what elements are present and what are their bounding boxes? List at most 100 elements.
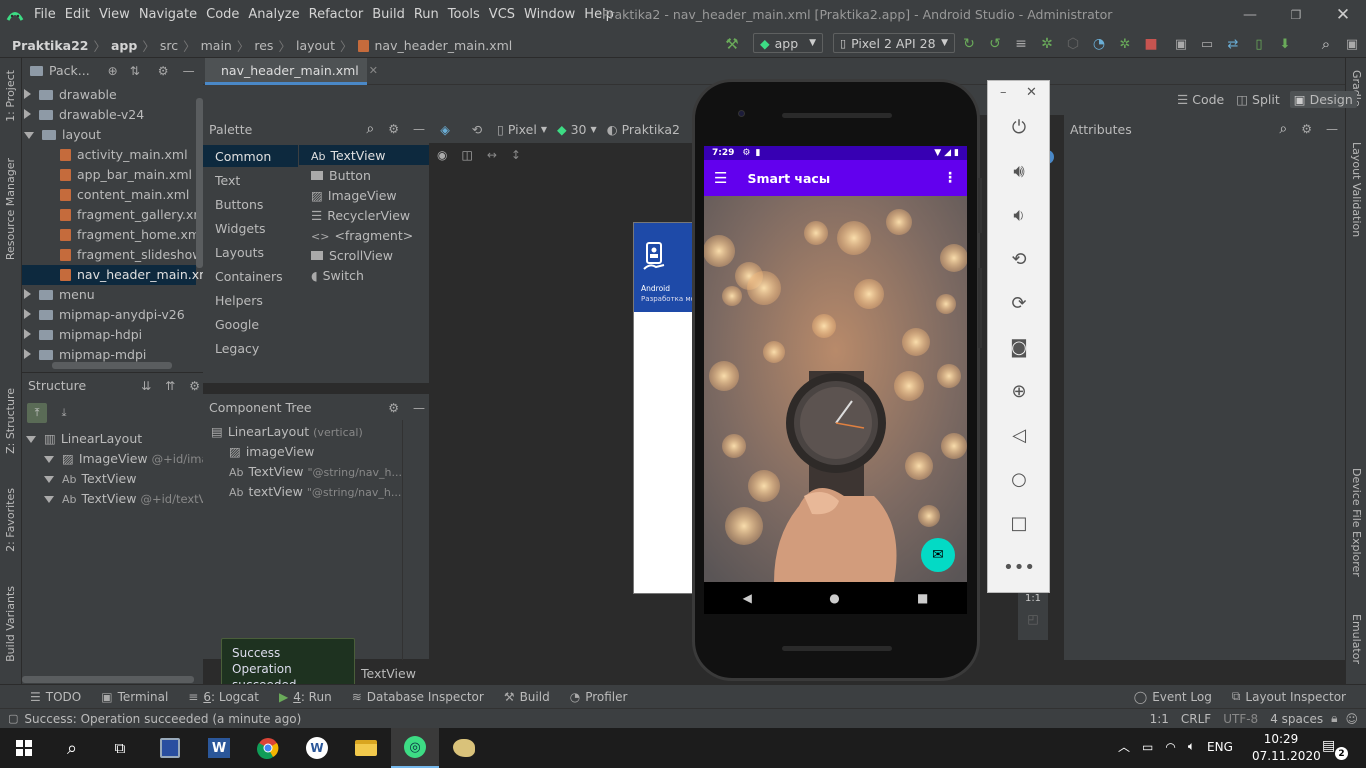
tree-item-layout[interactable]: layout — [24, 125, 202, 145]
breadcrumb-app[interactable]: app — [111, 38, 137, 53]
hamburger-menu-icon[interactable]: ☰ — [714, 169, 727, 187]
component-textview[interactable]: Ab TextView "@string/nav_h... — [229, 462, 425, 482]
more-options-icon[interactable]: ••• — [1003, 554, 1035, 580]
attach-debugger-icon[interactable]: ⬡ — [1064, 34, 1082, 54]
tree-item-mipmap-anydpi[interactable]: mipmap-anydpi-v26 — [24, 305, 202, 325]
line-separator[interactable]: CRLF — [1181, 712, 1211, 726]
tree-item-activity-main[interactable]: activity_main.xml — [60, 145, 188, 165]
file-encoding[interactable]: UTF-8 — [1223, 712, 1258, 726]
breadcrumb-main[interactable]: main — [201, 38, 232, 53]
nav-recents-icon[interactable]: ■ — [917, 591, 928, 605]
tool-window-favorites[interactable]: 2: Favorites — [4, 488, 17, 552]
tree-item-fragment-home[interactable]: fragment_home.xml — [60, 225, 204, 245]
breadcrumb-file[interactable]: nav_header_main.xml — [375, 38, 513, 53]
hide-panel-icon[interactable]: — — [413, 401, 425, 415]
menu-run[interactable]: Run — [414, 7, 439, 22]
palette-widget-imageview[interactable]: ▨ ImageView — [311, 188, 397, 203]
keyboard-language[interactable]: ENG — [1207, 740, 1233, 754]
tree-item-content-main[interactable]: content_main.xml — [60, 185, 189, 205]
tool-window-event-log[interactable]: ◯ Event Log — [1134, 690, 1212, 704]
palette-category-common[interactable]: Common — [215, 149, 271, 164]
taskbar-app-word[interactable]: W — [195, 728, 243, 768]
palette-widget-scrollview[interactable]: ScrollView — [311, 248, 393, 263]
orientation-icon[interactable]: ⟲ — [467, 120, 487, 138]
tool-window-resource-manager[interactable]: Resource Manager — [4, 158, 17, 260]
close-tab-icon[interactable]: ✕ — [369, 64, 378, 77]
task-view-button[interactable]: ⧉ — [96, 728, 144, 768]
palette-widget-switch[interactable]: ◖ Switch — [311, 268, 364, 283]
camera-screenshot-icon[interactable]: ◙ — [1004, 334, 1034, 360]
volume-tray-icon[interactable]: 🔈︎ — [1188, 739, 1195, 754]
volume-down-icon[interactable]: 🔉︎ — [1004, 202, 1034, 228]
taskbar-clock[interactable]: 10:29 07.11.2020 — [1252, 731, 1321, 765]
power-button[interactable] — [978, 178, 982, 233]
tool-window-device-file-explorer[interactable]: Device File Explorer — [1350, 468, 1363, 577]
minimize-emulator-icon[interactable]: – — [1000, 85, 1007, 100]
tree-item-fragment-gallery[interactable]: fragment_gallery.xml — [60, 205, 209, 225]
editor-tab-nav-header-main[interactable]: nav_header_main.xml ✕ — [205, 58, 378, 85]
theme-dropdown[interactable]: ◐ Praktika2 — [607, 122, 680, 137]
avd-manager-icon[interactable]: ▭ — [1198, 34, 1216, 54]
tree-item-app-bar-main[interactable]: app_bar_main.xml — [60, 165, 192, 185]
battery-tray-icon[interactable]: ▭ — [1142, 740, 1153, 754]
view-mode-code[interactable]: Code — [1192, 92, 1224, 107]
taskbar-app-explorer[interactable] — [342, 728, 390, 768]
tool-window-todo[interactable]: ☰ TODO — [30, 690, 81, 704]
profile-icon[interactable]: ◔ — [1090, 34, 1108, 54]
structure-item-textview-2[interactable]: Ab TextView @+id/textVie — [44, 489, 217, 509]
taskbar-app-chrome[interactable] — [244, 728, 292, 768]
tree-item-drawable-v24[interactable]: drawable-v24 — [24, 105, 202, 125]
minimize-window-icon[interactable]: — — [1240, 5, 1260, 25]
eye-icon[interactable]: ◉ — [437, 148, 447, 162]
palette-category-containers[interactable]: Containers — [215, 269, 283, 284]
tool-window-profiler[interactable]: ◔ Profiler — [570, 690, 628, 704]
device-dropdown[interactable]: ▯ Pixel ▼ — [497, 122, 547, 137]
project-structure-icon[interactable]: ▣ — [1172, 34, 1190, 54]
overview-icon[interactable]: □ — [1004, 510, 1034, 536]
gear-icon[interactable]: ⚙ — [189, 379, 200, 393]
emulator-screen[interactable]: 7:29 ⚙ ▮ ▼ ◢ ▮ ☰ Smart часы ⋮ ✉ — [704, 146, 967, 582]
tool-window-project[interactable]: 1: Project — [4, 70, 17, 122]
palette-category-legacy[interactable]: Legacy — [215, 341, 259, 356]
breadcrumb-layout[interactable]: layout — [296, 38, 335, 53]
horizontal-scrollbar[interactable] — [52, 362, 172, 369]
search-everywhere-icon[interactable]: ⌕ — [1316, 34, 1336, 54]
menu-vcs[interactable]: VCS — [489, 7, 515, 22]
overflow-menu-icon[interactable]: ⋮ — [943, 170, 957, 186]
vertical-scrollbar[interactable] — [196, 98, 203, 268]
zoom-fit-icon[interactable]: ◰ — [1018, 612, 1048, 626]
power-icon[interactable]: ⏻ — [1004, 114, 1034, 140]
search-icon[interactable]: ⌕ — [1279, 121, 1287, 137]
gear-icon[interactable]: ⚙ — [388, 122, 399, 136]
horizontal-resize-icon[interactable]: ↔ — [487, 148, 497, 162]
nav-back-icon[interactable]: ◀ — [743, 591, 752, 605]
tool-window-run[interactable]: ▶ 4: Run — [279, 690, 332, 704]
view-mode-design[interactable]: ▣ Design — [1289, 91, 1357, 108]
rotate-right-icon[interactable]: ⟳ — [1004, 290, 1034, 316]
palette-widget-recyclerview[interactable]: ☰ RecyclerView — [311, 208, 410, 223]
apply-changes-restart-icon[interactable]: ↻ — [960, 34, 978, 54]
show-hidden-icons-icon[interactable]: ︿ — [1118, 738, 1130, 755]
lock-icon[interactable]: 🔒︎ — [1331, 711, 1337, 726]
component-textview-2[interactable]: Ab textView "@string/nav_h... — [229, 482, 425, 502]
search-button[interactable]: ⌕ — [48, 728, 96, 768]
stop-icon[interactable]: ■ — [1142, 34, 1160, 54]
breadcrumb-res[interactable]: res — [254, 38, 273, 53]
breadcrumb-src[interactable]: src — [160, 38, 178, 53]
menu-file[interactable]: File — [34, 7, 56, 22]
structure-item-linearlayout[interactable]: ▥ LinearLayout — [26, 429, 142, 449]
taskbar-app-paint[interactable] — [440, 728, 488, 768]
close-window-icon[interactable]: ✕ — [1332, 4, 1354, 26]
taskbar-app-wordpad[interactable]: W — [293, 728, 341, 768]
palette-category-google[interactable]: Google — [215, 317, 259, 332]
tool-window-emulator[interactable]: Emulator — [1350, 614, 1363, 664]
network-tray-icon[interactable]: ◠ — [1165, 740, 1175, 754]
tool-window-build[interactable]: ⚒ Build — [504, 690, 550, 704]
breadcrumb-project[interactable]: Praktika22 — [12, 38, 88, 53]
palette-category-text[interactable]: Text — [215, 173, 240, 188]
layout-preview[interactable]: Android Разработка мос — [633, 222, 695, 594]
tool-window-database-inspector[interactable]: ≋ Database Inspector — [352, 690, 484, 704]
component-imageview[interactable]: ▨ imageView — [229, 442, 314, 462]
toggle-tool-windows-icon[interactable]: ▢ — [8, 712, 18, 725]
tool-window-terminal[interactable]: ▣ Terminal — [101, 690, 168, 704]
